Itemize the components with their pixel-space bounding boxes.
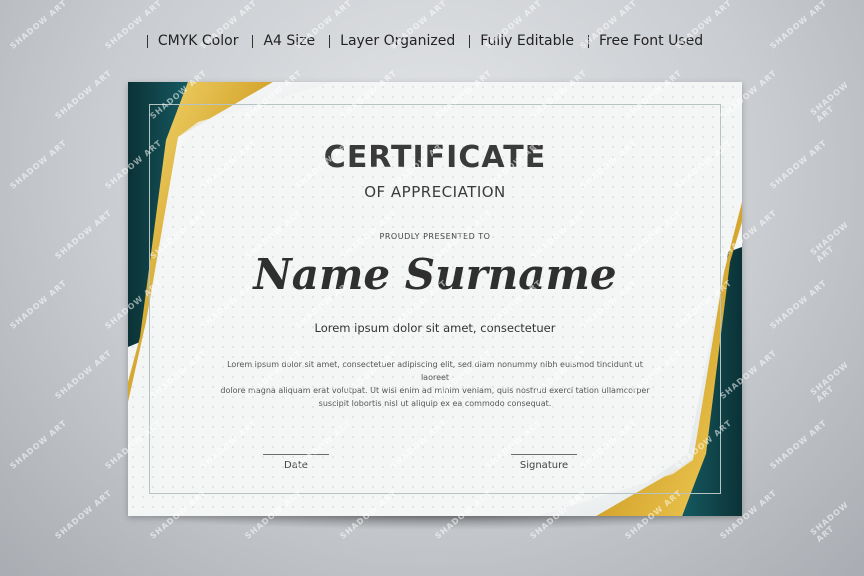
- feature-label: Free Font Used: [599, 33, 704, 49]
- watermark: SHADOW ART: [53, 208, 114, 261]
- date-block: Date: [236, 454, 356, 471]
- certificate-subtitle: OF APPRECIATION: [364, 183, 506, 201]
- presented-to-label: PROUDLY PRESENTED TO: [379, 232, 491, 241]
- watermark: SHADOW ART: [53, 488, 114, 541]
- divider: [252, 34, 254, 48]
- feature-item: CMYK Color: [146, 33, 253, 49]
- watermark: SHADOW ART: [768, 418, 829, 471]
- feature-label: CMYK Color: [157, 33, 239, 49]
- feature-label: Layer Organized: [340, 33, 456, 49]
- body-line: Lorem ipsum dolor sit amet, consectetuer…: [227, 360, 643, 382]
- tagline: Lorem ipsum dolor sit amet, consectetuer: [314, 321, 556, 335]
- body-line: suscipit lobortis nisl ut aliquip ex ea …: [318, 399, 552, 408]
- watermark: SHADOW ART: [808, 499, 851, 544]
- feature-item: A4 Size: [252, 33, 329, 49]
- feature-item: Layer Organized: [329, 33, 469, 49]
- signature-block: Signature: [484, 454, 604, 471]
- divider: [329, 34, 331, 48]
- watermark: SHADOW ART: [8, 418, 69, 471]
- divider: [588, 34, 589, 48]
- body-text: Lorem ipsum dolor sit amet, consectetuer…: [215, 358, 655, 410]
- feature-item: Fully Editable: [469, 33, 588, 49]
- watermark: SHADOW ART: [808, 359, 851, 404]
- certificate-title: CERTIFICATE: [323, 140, 547, 175]
- divider: [469, 34, 471, 48]
- divider: [146, 34, 148, 48]
- signature-label: Signature: [519, 460, 569, 471]
- feature-item: Free Font Used: [588, 33, 717, 49]
- watermark: SHADOW ART: [808, 79, 851, 124]
- watermark: SHADOW ART: [8, 138, 69, 191]
- feature-label: Fully Editable: [480, 33, 574, 49]
- watermark: SHADOW ART: [8, 278, 69, 331]
- watermark: SHADOW ART: [53, 348, 114, 401]
- feature-bar: CMYK Color A4 Size Layer Organized Fully…: [0, 31, 864, 51]
- signature-line: [511, 454, 577, 455]
- recipient-name: Name Surname: [253, 250, 617, 299]
- certificate: CERTIFICATE OF APPRECIATION PROUDLY PRES…: [128, 82, 742, 516]
- watermark: SHADOW ART: [768, 278, 829, 331]
- feature-label: A4 Size: [263, 33, 316, 49]
- watermark: SHADOW ART: [808, 219, 851, 264]
- watermark: SHADOW ART: [53, 68, 114, 121]
- watermark: SHADOW ART: [768, 138, 829, 191]
- body-line: dolore magna aliquam erat volutpat. Ut w…: [220, 386, 650, 395]
- date-line: [263, 454, 329, 455]
- date-label: Date: [284, 460, 308, 471]
